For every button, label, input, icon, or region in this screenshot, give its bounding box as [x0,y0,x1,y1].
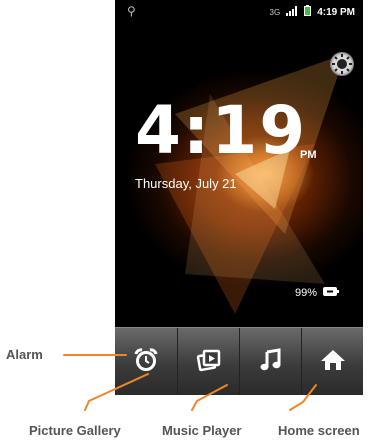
callout-home-screen: Home screen [278,423,360,438]
callout-picture-gallery: Picture Gallery [29,423,121,438]
callout-lines [63,354,317,411]
callout-music-player: Music Player [162,423,242,438]
callout-alarm: Alarm [6,347,43,362]
